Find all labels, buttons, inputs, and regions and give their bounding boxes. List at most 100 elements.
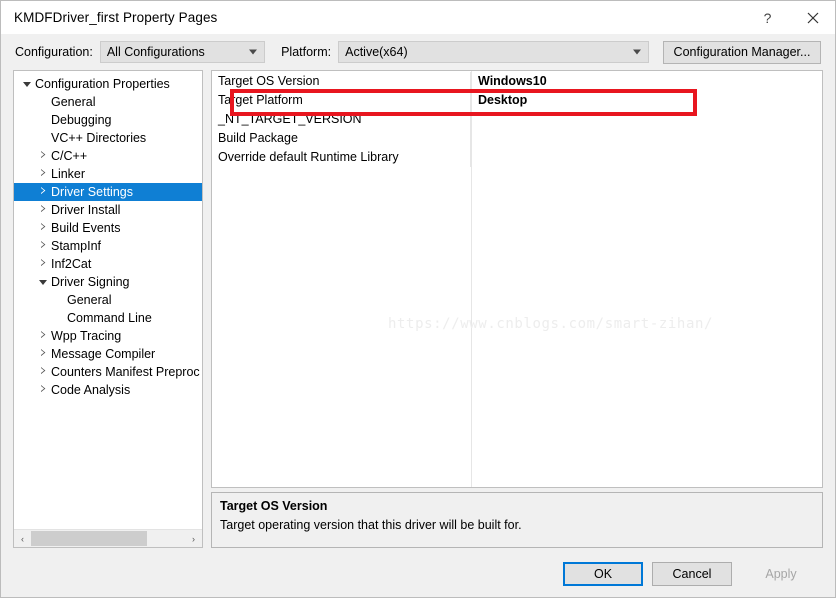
tree-item-label: Build Events <box>51 221 121 235</box>
scroll-right-icon[interactable]: › <box>185 530 202 547</box>
scrollbar-track[interactable] <box>31 530 185 547</box>
window-title: KMDFDriver_first Property Pages <box>14 10 218 25</box>
expander-collapsed-icon[interactable] <box>36 349 50 359</box>
description-body: Target operating version that this drive… <box>220 518 522 532</box>
tree-horizontal-scrollbar[interactable]: ‹ › <box>14 529 202 547</box>
property-row[interactable]: Target Platform Desktop <box>212 91 822 110</box>
expander-collapsed-icon[interactable] <box>36 385 50 395</box>
triangle-right-icon <box>41 385 46 393</box>
chevron-down-icon <box>249 49 258 55</box>
help-icon[interactable]: ? <box>745 1 790 34</box>
expander-collapsed-icon[interactable] <box>36 223 50 233</box>
tree-item-configuration-properties[interactable]: Configuration Properties <box>14 75 202 93</box>
triangle-down-icon <box>23 81 31 87</box>
tree-item-inf2cat[interactable]: Inf2Cat <box>14 255 202 273</box>
configuration-bar: Configuration: All Configurations Platfo… <box>1 34 835 70</box>
watermark-text: https://www.cnblogs.com/smart-zihan/ <box>388 316 714 332</box>
tree-item-label: Code Analysis <box>51 383 131 397</box>
scrollbar-thumb[interactable] <box>31 531 147 546</box>
expander-collapsed-icon[interactable] <box>36 331 50 341</box>
tree-item-vc-directories[interactable]: VC++ Directories <box>14 129 202 147</box>
tree-item-message-compiler[interactable]: Message Compiler <box>14 345 202 363</box>
tree-item-label: General <box>67 293 112 307</box>
tree-item-label: Counters Manifest Preproc <box>51 365 200 379</box>
expander-collapsed-icon[interactable] <box>36 259 50 269</box>
window-controls: ? <box>745 1 835 34</box>
chevron-down-icon <box>633 49 641 55</box>
property-row[interactable]: _NT_TARGET_VERSION <box>212 110 822 129</box>
configuration-tree-panel: Configuration Properties General Debugging… <box>13 70 203 548</box>
tree-item-label: Driver Settings <box>51 185 133 199</box>
tree-item-label: Driver Install <box>51 203 121 217</box>
tree-item-label: Wpp Tracing <box>51 329 122 343</box>
tree-item-label: Configuration Properties <box>35 77 170 91</box>
tree-item-driver-install[interactable]: Driver Install <box>14 201 202 219</box>
tree-item-linker[interactable]: Linker <box>14 165 202 183</box>
dialog-body: Configuration Properties General Debugging… <box>1 70 835 551</box>
dialog-footer: OK Cancel Apply <box>1 551 835 597</box>
settings-panel: Target OS Version Windows10 Target Platfor… <box>211 70 823 548</box>
expander-collapsed-icon[interactable] <box>36 205 50 215</box>
property-row[interactable]: Override default Runtime Library <box>212 148 822 167</box>
scroll-left-icon[interactable]: ‹ <box>14 530 31 547</box>
tree-item-driver-signing[interactable]: Driver Signing <box>14 273 202 291</box>
triangle-right-icon <box>41 169 46 177</box>
cancel-button[interactable]: Cancel <box>652 562 732 586</box>
platform-label: Platform: <box>281 45 332 59</box>
tree-item-general[interactable]: General <box>14 291 202 309</box>
property-value[interactable]: Windows10 <box>471 72 822 91</box>
tree-item-label: StampInf <box>51 239 102 253</box>
tree-item-label: General <box>51 95 96 109</box>
property-value[interactable]: Desktop <box>471 91 822 110</box>
expander-collapsed-icon[interactable] <box>36 169 50 179</box>
triangle-right-icon <box>41 151 46 159</box>
triangle-right-icon <box>41 223 46 231</box>
apply-button[interactable]: Apply <box>741 562 821 586</box>
tree-item-debugging[interactable]: Debugging <box>14 111 202 129</box>
property-value[interactable] <box>471 110 822 129</box>
ok-button[interactable]: OK <box>563 562 643 586</box>
property-name: Override default Runtime Library <box>212 148 471 167</box>
configuration-manager-button[interactable]: Configuration Manager... <box>663 40 821 64</box>
tree-item-code-analysis[interactable]: Code Analysis <box>14 381 202 399</box>
expander-collapsed-icon[interactable] <box>36 241 50 251</box>
tree-item-c-c[interactable]: C/C++ <box>14 147 202 165</box>
expander-collapsed-icon[interactable] <box>36 187 50 197</box>
triangle-right-icon <box>41 205 46 213</box>
expander-collapsed-icon[interactable] <box>36 151 50 161</box>
tree-item-command-line[interactable]: Command Line <box>14 309 202 327</box>
tree-item-wpp-tracing[interactable]: Wpp Tracing <box>14 327 202 345</box>
property-rows: Target OS Version Windows10 Target Platfor… <box>212 71 822 167</box>
description-title: Target OS Version <box>220 499 328 513</box>
tree-item-general[interactable]: General <box>14 93 202 111</box>
property-value[interactable] <box>471 148 822 167</box>
triangle-down-icon <box>39 279 47 285</box>
triangle-right-icon <box>41 187 46 195</box>
tree-item-label: Inf2Cat <box>51 257 92 271</box>
triangle-right-icon <box>41 349 46 357</box>
property-pages-dialog: KMDFDriver_first Property Pages ? Config… <box>0 0 836 598</box>
platform-select[interactable]: Active(x64) <box>338 41 649 63</box>
expander-collapsed-icon[interactable] <box>36 367 50 377</box>
tree-item-build-events[interactable]: Build Events <box>14 219 202 237</box>
expander-expanded-icon[interactable] <box>36 278 50 287</box>
property-name: _NT_TARGET_VERSION <box>212 110 471 129</box>
property-value[interactable] <box>471 129 822 148</box>
triangle-right-icon <box>41 367 46 375</box>
expander-expanded-icon[interactable] <box>20 80 34 89</box>
tree-item-stampinf[interactable]: StampInf <box>14 237 202 255</box>
tree-item-label: Command Line <box>67 311 152 325</box>
property-row[interactable]: Target OS Version Windows10 <box>212 72 822 91</box>
property-row[interactable]: Build Package <box>212 129 822 148</box>
tree-item-label: Debugging <box>51 113 112 127</box>
tree-item-label: VC++ Directories <box>51 131 147 145</box>
configuration-tree[interactable]: Configuration Properties General Debugging… <box>14 71 202 529</box>
configuration-select[interactable]: All Configurations <box>99 41 266 63</box>
tree-item-driver-settings[interactable]: Driver Settings <box>14 183 202 201</box>
tree-item-label: Message Compiler <box>51 347 156 361</box>
tree-item-label: Driver Signing <box>51 275 130 289</box>
tree-item-counters-manifest-preproc[interactable]: Counters Manifest Preproc <box>14 363 202 381</box>
property-grid[interactable]: Target OS Version Windows10 Target Platfor… <box>211 70 823 488</box>
triangle-right-icon <box>41 241 46 249</box>
close-icon[interactable] <box>790 1 835 34</box>
